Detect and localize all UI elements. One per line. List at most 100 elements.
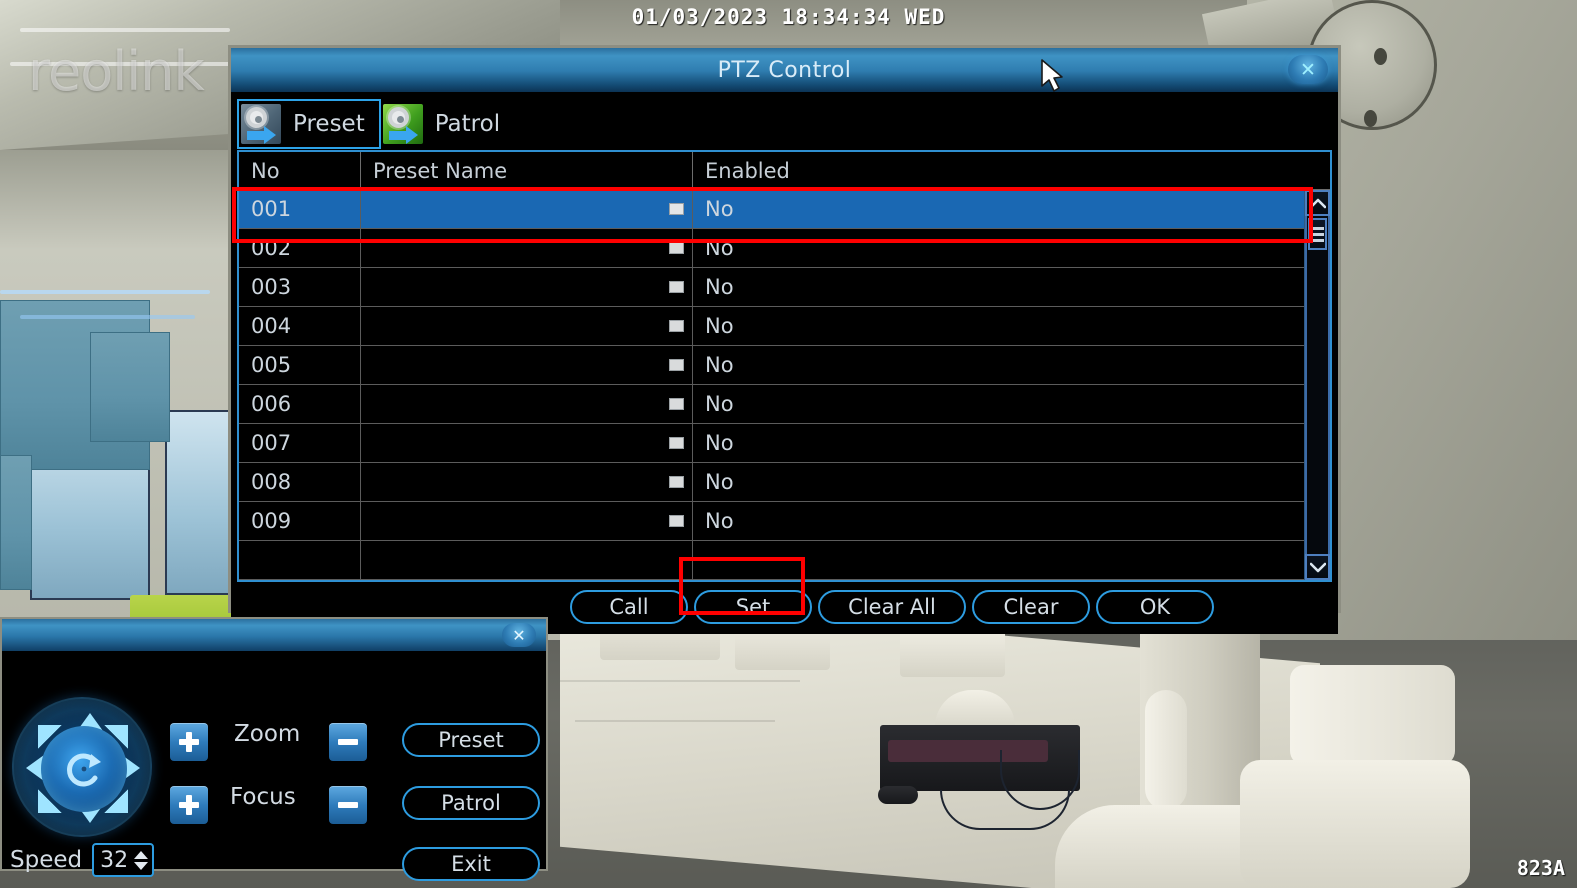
scene-floor-line [575,720,775,722]
exit-button[interactable]: Exit [402,847,540,881]
table-rows: 001 No 002 No 003 No 004 No 005 No 006 N… [239,190,1304,580]
scene-blind [0,455,32,590]
cell-preset-name[interactable] [361,385,693,423]
table-row[interactable]: 001 No [239,190,1304,229]
speed-stepper[interactable] [134,850,149,870]
cell-enabled: No [705,509,734,533]
cell-preset-name[interactable] [361,307,693,345]
preset-name-edit-icon[interactable] [669,359,684,371]
zoom-in-button[interactable] [170,723,208,761]
table-row[interactable]: 002 No [239,229,1304,268]
cell-no: 008 [239,463,361,501]
table-row[interactable]: 006 No [239,385,1304,424]
focus-far-button[interactable] [329,786,367,824]
preset-name-edit-icon[interactable] [669,476,684,488]
table-row[interactable]: 008 No [239,463,1304,502]
scene-ceiling-light [20,315,195,319]
cell-preset-name[interactable] [361,190,693,228]
zoom-out-button[interactable] [329,723,367,761]
scroll-track[interactable] [1305,216,1330,554]
osd-camera-label: 823A [1516,856,1565,880]
cell-enabled: No [705,197,734,221]
speed-label: Speed [10,847,83,873]
cell-preset-name[interactable] [361,346,693,384]
cell-preset-name[interactable] [361,541,693,579]
speed-increment-icon[interactable] [134,850,149,859]
cell-no: 009 [239,502,361,540]
cell-enabled: No [705,275,734,299]
preset-name-edit-icon[interactable] [669,515,684,527]
column-header-enabled: Enabled [705,158,790,183]
ok-button[interactable]: OK [1096,590,1214,624]
cell-no: 001 [239,190,361,228]
scene-equipment [1290,665,1455,765]
cell-preset-name[interactable] [361,268,693,306]
scene-blind [90,332,170,442]
scene-floor-line [560,680,800,682]
scene-equipment [1240,760,1470,888]
patrol-gear-arrow-icon [382,104,423,144]
cell-enabled [693,541,1304,579]
zoom-label: Zoom [234,721,301,747]
dialog-titlebar[interactable]: PTZ Control ✕ [231,48,1338,92]
cell-preset-name[interactable] [361,229,693,267]
cell-no: 005 [239,346,361,384]
tab-patrol[interactable]: Patrol [381,99,514,149]
ptz-directional-panel: ✕ Zoom Focus Preset Patrol Exit Speed 32 [0,617,548,881]
clear-button[interactable]: Clear [972,590,1090,624]
speed-decrement-icon[interactable] [134,861,149,870]
auto-rotate-icon [67,753,101,787]
scene-mouse [878,786,918,804]
preset-name-edit-icon[interactable] [669,320,684,332]
table-header-row: No Preset Name Enabled [239,152,1330,190]
cell-no: 003 [239,268,361,306]
preset-name-edit-icon[interactable] [669,203,684,215]
table-row[interactable]: 003 No [239,268,1304,307]
cell-preset-name[interactable] [361,424,693,462]
focus-near-button[interactable] [170,786,208,824]
cell-enabled: No [705,353,734,377]
preset-name-edit-icon[interactable] [669,242,684,254]
tab-bar: Preset Patrol [235,98,1334,150]
cell-enabled: No [705,470,734,494]
call-button[interactable]: Call [570,590,688,624]
cell-no: 006 [239,385,361,423]
clear-all-button[interactable]: Clear All [818,590,966,624]
set-button[interactable]: Set [694,590,812,624]
tab-preset-label: Preset [293,111,365,137]
joystick-center[interactable] [41,726,127,812]
focus-label: Focus [230,784,296,810]
preset-name-edit-icon[interactable] [669,281,684,293]
chevron-down-icon[interactable] [1305,554,1330,580]
table-row[interactable]: 007 No [239,424,1304,463]
cell-no [239,541,361,579]
cell-no: 007 [239,424,361,462]
scroll-thumb[interactable] [1308,218,1327,250]
table-row[interactable]: 009 No [239,502,1304,541]
cell-preset-name[interactable] [361,463,693,501]
vertical-scrollbar[interactable] [1304,190,1330,580]
ptz-joystick[interactable] [12,697,152,837]
table-row[interactable]: 005 No [239,346,1304,385]
preset-name-edit-icon[interactable] [669,437,684,449]
tab-preset[interactable]: Preset [237,99,381,149]
patrol-button[interactable]: Patrol [402,786,540,820]
preset-button[interactable]: Preset [402,723,540,757]
osd-timestamp: 01/03/2023 18:34:34 WED [631,5,946,29]
speed-input[interactable]: 32 [92,843,155,877]
tab-patrol-label: Patrol [434,111,501,137]
cell-enabled: No [705,392,734,416]
column-header-preset-name: Preset Name [361,152,693,189]
dialog-title: PTZ Control [717,57,852,83]
close-icon[interactable]: ✕ [502,623,536,647]
close-icon[interactable]: ✕ [1288,55,1328,84]
chevron-up-icon[interactable] [1305,190,1330,216]
table-row[interactable]: 004 No [239,307,1304,346]
table-row-partial[interactable] [239,541,1304,580]
preset-table: No Preset Name Enabled 001 No 002 No 003… [237,150,1332,582]
preset-name-edit-icon[interactable] [669,398,684,410]
cell-no: 004 [239,307,361,345]
cell-preset-name[interactable] [361,502,693,540]
ptz-panel-titlebar[interactable]: ✕ [2,619,546,651]
dialog-body: Preset Patrol No Preset Name Enabled 001… [231,92,1338,634]
